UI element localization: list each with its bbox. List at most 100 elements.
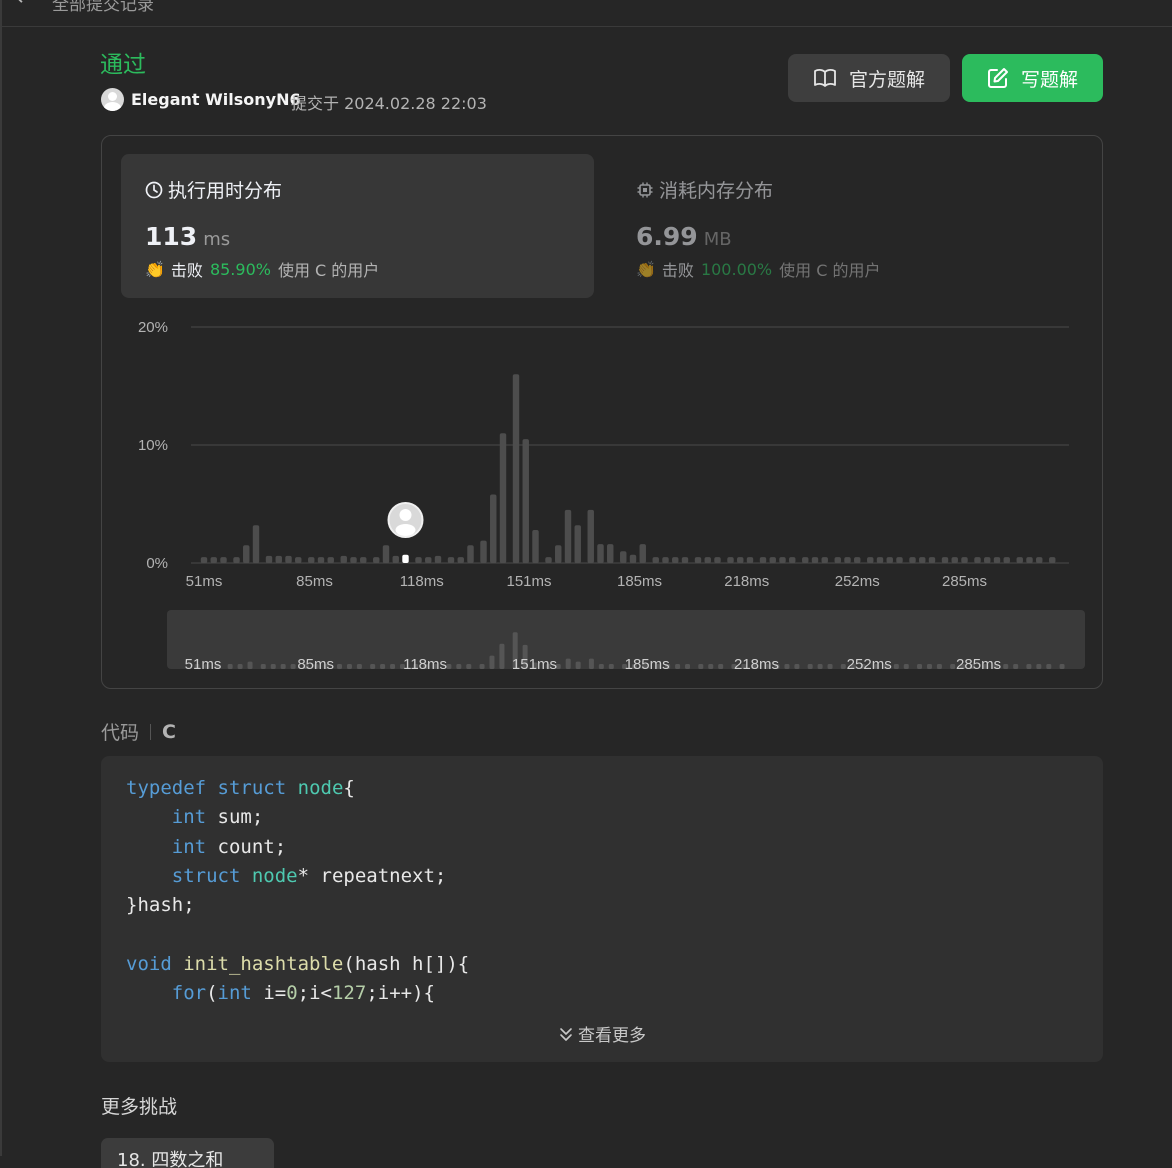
- navigator-bar: [489, 655, 495, 669]
- navigator-bar: [499, 643, 505, 669]
- navigator-bar: [893, 664, 899, 669]
- chart-bar: [620, 551, 627, 563]
- chart-bar: [886, 557, 893, 563]
- navigator-tick-label: 285ms: [956, 656, 1001, 673]
- x-tick-label: 151ms: [506, 573, 551, 590]
- chart-bar: [285, 555, 292, 563]
- navigator-bar: [1059, 664, 1065, 669]
- x-tick-label: 218ms: [724, 573, 769, 590]
- official-solution-button[interactable]: 官方题解: [788, 54, 950, 102]
- chart-bar: [467, 545, 474, 563]
- challenge-item[interactable]: 18. 四数之和: [101, 1138, 274, 1168]
- book-icon: [814, 69, 836, 87]
- user-avatar[interactable]: [101, 88, 124, 111]
- navigator-bar: [794, 664, 800, 669]
- challenge-item-label: 18. 四数之和: [117, 1150, 224, 1168]
- username[interactable]: Elegant WilsonyN6: [131, 90, 301, 109]
- chart-bar: [928, 557, 936, 563]
- navigator-bar: [227, 664, 233, 669]
- navigator-bar: [479, 664, 485, 669]
- navigator-bar: [290, 664, 296, 669]
- chart-bar: [639, 544, 646, 563]
- navigator-bar: [1013, 664, 1019, 669]
- navigator-bar: [718, 664, 724, 669]
- chart-bar: [607, 544, 614, 563]
- chart-bar: [746, 557, 754, 563]
- navigator-bar: [784, 664, 790, 669]
- back-to-submissions-link[interactable]: 全部提交记录: [52, 0, 154, 15]
- code-language: C: [162, 720, 176, 743]
- chart-bar: [951, 557, 958, 563]
- performance-panel: 执行用时分布 113 ms 👏 击败 85.90% 使用 C 的用户 消耗内存分布…: [101, 135, 1103, 689]
- chart-bar: [499, 433, 507, 563]
- chart-bar: [415, 557, 422, 563]
- chart-bar: [447, 557, 455, 563]
- y-tick-label: 0%: [146, 555, 168, 572]
- chart-bar: [727, 557, 734, 563]
- chart-bar: [308, 557, 315, 563]
- navigator-bar: [466, 664, 472, 669]
- navigator-bar: [390, 664, 396, 669]
- navigator-tick-label: 252ms: [847, 656, 892, 673]
- chart-bar: [265, 555, 273, 563]
- navigator-bar: [950, 664, 956, 669]
- chart-bar: [1026, 557, 1033, 563]
- chart-bar: [210, 557, 217, 563]
- chart-bar: [779, 557, 786, 563]
- chart-bar: [574, 525, 581, 563]
- navigator-bar: [1046, 664, 1052, 669]
- x-tick-label: 285ms: [942, 573, 987, 590]
- navigator-bar: [807, 664, 813, 669]
- navigator-bar: [917, 664, 923, 669]
- more-challenges-title: 更多挑战: [101, 1096, 178, 1118]
- chart-bar: [327, 557, 334, 563]
- navigator-tick-label: 51ms: [185, 656, 222, 673]
- chart-bar: [1036, 557, 1043, 563]
- runtime-distribution-chart[interactable]: 0% 10% 20% 51ms 85ms 118ms 151ms 185ms 218ms 252m…: [102, 136, 1102, 688]
- navigator-bar: [926, 664, 932, 669]
- chart-bar: [434, 555, 442, 563]
- chart-bar: [392, 555, 399, 563]
- chart-bar: [694, 557, 702, 563]
- navigator-bar: [698, 664, 704, 669]
- x-tick-label: 51ms: [186, 573, 223, 590]
- show-more-button[interactable]: 查看更多: [101, 1021, 1103, 1046]
- navigator-bar: [380, 664, 386, 669]
- navigator-bar: [1003, 664, 1009, 669]
- navigator-bar: [708, 664, 714, 669]
- code-header: 代码 C: [101, 718, 176, 745]
- x-tick-label: 185ms: [617, 573, 662, 590]
- chart-bar: [360, 557, 367, 563]
- write-solution-button[interactable]: 写题解: [962, 54, 1103, 102]
- chart-bar: [802, 557, 809, 563]
- chart-bar: [652, 557, 659, 563]
- chart-bar: [811, 557, 819, 563]
- navigator-bar: [588, 658, 594, 669]
- highlight-bar: [402, 554, 409, 563]
- navigator-bar: [337, 664, 343, 669]
- chart-bar: [984, 557, 991, 563]
- chart-bar: [919, 557, 926, 563]
- navigator-bar: [456, 664, 462, 669]
- chart-bar: [821, 557, 828, 563]
- chart-bar: [480, 540, 487, 563]
- chart-bar: [597, 544, 604, 563]
- navigator-tick-label: 218ms: [734, 656, 779, 673]
- back-arrow-icon[interactable]: ←: [16, 0, 34, 11]
- submission-time: 提交于 2024.02.28 22:03: [291, 94, 487, 113]
- navigator-bar: [346, 664, 352, 669]
- navigator-bar: [575, 661, 581, 669]
- x-tick-label: 118ms: [400, 573, 444, 590]
- navigator-bar: [370, 664, 376, 669]
- chart-bar: [834, 557, 841, 563]
- navigator-bar: [356, 664, 362, 669]
- divider: [150, 723, 152, 740]
- chart-bar: [200, 557, 208, 563]
- chart-bar: [759, 557, 767, 563]
- chart-bar: [522, 439, 529, 563]
- navigator-tick-label: 185ms: [625, 656, 670, 673]
- navigator-tick-label: 85ms: [297, 656, 334, 673]
- chart-bar: [555, 545, 562, 563]
- navigator-bar: [903, 664, 909, 669]
- navigator-bar: [237, 664, 243, 669]
